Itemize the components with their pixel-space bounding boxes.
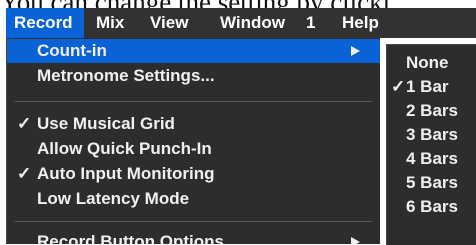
menubar-item-1[interactable]: 1 — [306, 8, 315, 38]
record-menu: Count-in Metronome Settings... ✓ Use Mus… — [6, 38, 380, 244]
submenu-item-5-bars[interactable]: 5 Bars — [387, 171, 476, 195]
menu-item-metronome-settings[interactable]: Metronome Settings... — [7, 64, 380, 88]
submenu-arrow-icon — [351, 46, 360, 56]
submenu-item-6-bars[interactable]: 6 Bars — [387, 195, 476, 219]
submenu-item-6-bars-label: 6 Bars — [406, 197, 458, 216]
menubar-item-view[interactable]: View — [150, 8, 188, 38]
submenu-item-4-bars-label: 4 Bars — [406, 149, 458, 168]
menubar-item-record-label: Record — [14, 13, 73, 32]
menu-item-low-latency-mode-label: Low Latency Mode — [37, 189, 190, 208]
menu-separator — [15, 101, 372, 102]
menu-item-allow-quick-punch-in-label: Allow Quick Punch-In — [37, 139, 212, 158]
menu-item-allow-quick-punch-in[interactable]: Allow Quick Punch-In — [7, 137, 380, 161]
menu-item-use-musical-grid-label: Use Musical Grid — [37, 114, 175, 133]
submenu-item-4-bars[interactable]: 4 Bars — [387, 147, 476, 171]
menu-item-count-in-label: Count-in — [37, 41, 107, 60]
menu-item-metronome-settings-label: Metronome Settings... — [37, 66, 215, 85]
count-in-submenu: None ✓ 1 Bar 2 Bars 3 Bars 4 Bars 5 Bars… — [386, 44, 476, 245]
menubar-item-help[interactable]: Help — [342, 8, 379, 38]
menu-item-low-latency-mode[interactable]: Low Latency Mode — [7, 187, 380, 211]
submenu-item-none-label: None — [406, 53, 449, 72]
submenu-item-5-bars-label: 5 Bars — [406, 173, 458, 192]
menu-item-use-musical-grid[interactable]: ✓ Use Musical Grid — [7, 112, 380, 136]
checkmark-icon: ✓ — [391, 77, 406, 96]
submenu-item-3-bars[interactable]: 3 Bars — [387, 123, 476, 147]
submenu-item-2-bars-label: 2 Bars — [406, 101, 458, 120]
submenu-item-1-bar[interactable]: ✓ 1 Bar — [387, 75, 476, 99]
menu-item-auto-input-monitoring-label: Auto Input Monitoring — [37, 164, 215, 183]
submenu-item-3-bars-label: 3 Bars — [406, 125, 458, 144]
submenu-arrow-icon — [351, 237, 360, 244]
menu-item-auto-input-monitoring[interactable]: ✓ Auto Input Monitoring — [7, 162, 380, 186]
menu-item-count-in[interactable]: Count-in — [7, 39, 380, 63]
menu-item-record-button-options[interactable]: Record Button Options — [7, 230, 380, 244]
menubar-item-window[interactable]: Window — [220, 8, 285, 38]
checkmark-icon: ✓ — [17, 164, 32, 183]
submenu-item-none[interactable]: None — [387, 51, 476, 75]
checkmark-icon: ✓ — [17, 114, 32, 133]
submenu-item-1-bar-label: 1 Bar — [406, 77, 449, 96]
submenu-item-2-bars[interactable]: 2 Bars — [387, 99, 476, 123]
menu-item-record-button-options-label: Record Button Options — [37, 232, 224, 244]
menu-bar: Record Mix View Window 1 Help — [6, 8, 476, 38]
menu-separator — [15, 221, 372, 222]
menubar-item-record[interactable]: Record — [6, 8, 84, 38]
menubar-item-mix[interactable]: Mix — [96, 8, 124, 38]
